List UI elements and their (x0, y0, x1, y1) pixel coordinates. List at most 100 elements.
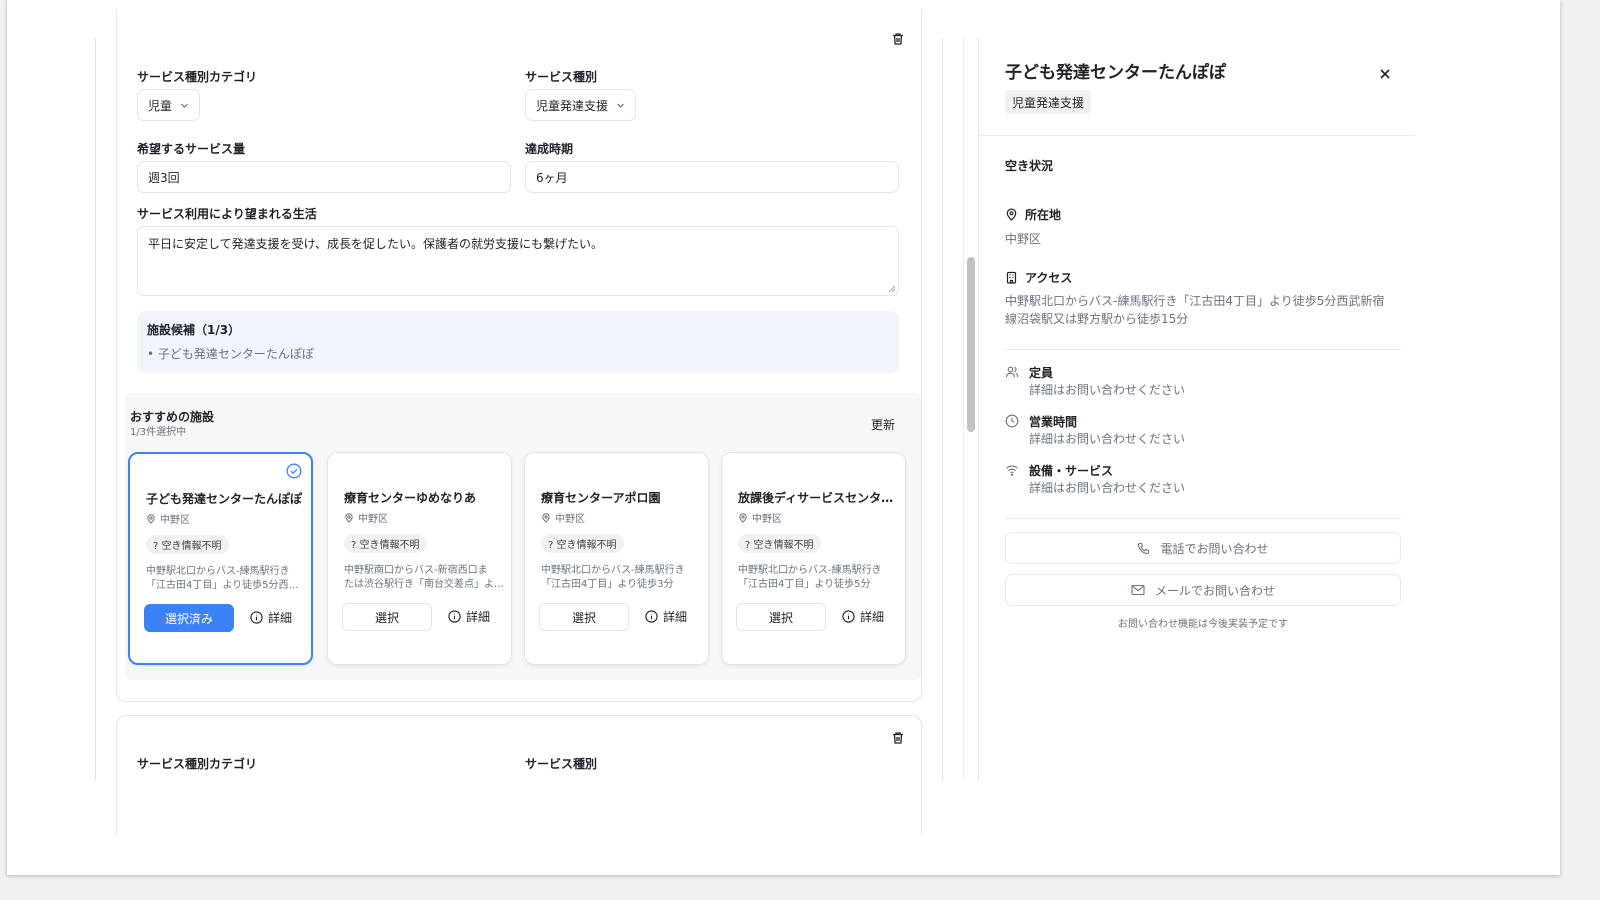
desired-life-textarea[interactable]: 平日に安定して発達支援を受け、成長を促したい。保護者の就労支援にも繋げたい。 (137, 226, 899, 296)
facility-card[interactable]: 放課後ディサービスセンターひまわり 中野区 ? 空き情報不明 中野駅北口からバス… (721, 452, 906, 665)
capacity-heading: 定員 (1029, 366, 1054, 380)
access-heading: アクセス (1005, 269, 1072, 286)
mail-inquiry-label: メールでお問い合わせ (1154, 583, 1275, 598)
facility-name: 放課後ディサービスセンターひまわり (738, 491, 896, 505)
scrollbar-thumb[interactable] (967, 257, 975, 432)
phone-inquiry-label: 電話でお問い合わせ (1160, 541, 1269, 556)
map-pin-icon (541, 512, 551, 523)
select-button[interactable]: 選択 (342, 603, 432, 631)
divider (95, 38, 96, 780)
facility-name: 子ども発達センターたんぽぽ (146, 492, 303, 506)
select-button[interactable]: 選択 (539, 603, 629, 631)
map-pin-icon (738, 512, 748, 523)
panel-title: 子ども発達センターたんぽぽ (1005, 63, 1226, 83)
trash-icon[interactable] (891, 32, 905, 46)
wifi-icon (1005, 463, 1019, 477)
service-type-label: サービス種別 (525, 757, 598, 771)
service-type-label: サービス種別 (525, 70, 598, 84)
facility-access: 中野駅北口からバス-練馬駅行き 「江古田4丁目」より徒歩5分 (738, 564, 898, 592)
availability-badge: ? 空き情報不明 (344, 534, 427, 553)
hours-value: 詳細はお問い合わせください (1029, 432, 1186, 446)
access-line: 「江古田4丁目」より徒歩5分 (738, 579, 871, 590)
hours-heading: 営業時間 (1029, 415, 1078, 429)
target-period-input[interactable]: 6ヶ月 (525, 161, 899, 193)
availability-heading: 空き状況 (1005, 159, 1054, 173)
users-icon (1005, 365, 1019, 379)
recommended-subtitle: 1/3件選択中 (130, 427, 187, 438)
service-category-label: サービス種別カテゴリ (137, 757, 258, 771)
capacity-value: 詳細はお問い合わせください (1029, 383, 1186, 397)
access-value: 中野駅北口からバス-練馬駅行き「江古田4丁目」より徒歩5分西武新宿 (1005, 294, 1385, 308)
map-pin-icon (344, 512, 354, 523)
availability-badge: ? 空き情報不明 (738, 534, 821, 553)
access-line: 「江古田4丁目」より徒歩3分 (541, 579, 674, 590)
facility-area: 中野区 (358, 514, 388, 525)
divider (1005, 349, 1401, 350)
phone-inquiry-button[interactable]: 電話でお問い合わせ (1005, 532, 1401, 564)
mail-icon (1131, 584, 1145, 596)
service-category-label: サービス種別カテゴリ (137, 70, 258, 84)
facility-area: 中野区 (752, 514, 782, 525)
facility-area: 中野区 (160, 515, 190, 526)
access-line: 「江古田4丁目」より徒歩5分西武新宿線沼袋駅又は野方駅から徒歩15分 (146, 580, 306, 591)
facility-name: 療育センターゆめなりあ (344, 491, 477, 505)
location-heading-label: 所在地 (1025, 208, 1062, 222)
close-icon[interactable] (1378, 67, 1392, 81)
location-heading: 所在地 (1005, 206, 1061, 223)
facility-card[interactable]: 子ども発達センターたんぽぽ 中野区 ? 空き情報不明 中野駅北口からバス-練馬駅… (128, 452, 313, 665)
facility-candidates-title: 施設候補（1/3） (147, 323, 241, 337)
access-line: 中野駅南口からバス-新宿西口ま (344, 565, 488, 576)
resize-handle-icon[interactable] (888, 285, 896, 293)
facility-access: 中野駅南口からバス-新宿西口ま たは渋谷駅行き「南台交差点」より徒歩3分 (344, 564, 504, 592)
divider (1005, 518, 1401, 519)
phone-icon (1137, 542, 1150, 555)
detail-button[interactable]: 詳細 (645, 608, 687, 625)
facility-card[interactable]: 療育センターゆめなりあ 中野区 ? 空き情報不明 中野駅南口からバス-新宿西口ま… (327, 452, 512, 665)
service-amount-input[interactable]: 週3回 (137, 161, 511, 193)
select-button[interactable]: 選択 (736, 603, 826, 631)
trash-icon[interactable] (891, 731, 905, 745)
availability-badge: ? 空き情報不明 (146, 535, 229, 554)
facility-access: 中野駅北口からバス-練馬駅行き 「江古田4丁目」より徒歩5分西武新宿線沼袋駅又は… (146, 565, 306, 593)
detail-button[interactable]: 詳細 (448, 608, 490, 625)
detail-button[interactable]: 詳細 (842, 608, 884, 625)
chevron-down-icon (180, 101, 189, 110)
facility-location: 中野区 (738, 510, 782, 525)
info-icon (645, 610, 658, 623)
access-line: 中野駅北口からバス-練馬駅行き (146, 566, 290, 577)
target-period-label: 達成時期 (525, 142, 574, 156)
access-line: たは渋谷駅行き「南台交差点」より徒歩3分 (344, 579, 504, 590)
facilities-heading: 設備・サービス (1029, 464, 1114, 478)
recommended-title: おすすめの施設 (130, 410, 215, 424)
detail-label: 詳細 (663, 610, 688, 624)
divider (942, 38, 943, 780)
info-icon (842, 610, 855, 623)
service-amount-label: 希望するサービス量 (137, 142, 246, 156)
detail-button[interactable]: 詳細 (250, 609, 292, 626)
facility-location: 中野区 (344, 510, 388, 525)
facility-access: 中野駅北口からバス-練馬駅行き 「江古田4丁目」より徒歩3分 (541, 564, 701, 592)
detail-label: 詳細 (860, 610, 885, 624)
selected-button[interactable]: 選択済み (144, 604, 234, 632)
desired-life-value: 平日に安定して発達支援を受け、成長を促したい。保護者の就労支援にも繋げたい。 (148, 237, 604, 251)
facility-candidates-box (137, 311, 899, 373)
access-value: 線沼袋駅又は野方駅から徒歩15分 (1005, 312, 1189, 326)
service-type-select[interactable]: 児童発達支援 (525, 89, 637, 121)
clock-icon (1005, 414, 1019, 428)
app-window: サービス種別カテゴリ 児童 サービス種別 児童発達支援 希望するサービス量 週3… (7, 0, 1560, 875)
candidate-item: • 子ども発達センターたんぽぽ (147, 347, 314, 361)
desired-life-label: サービス利用により望まれる生活 (137, 207, 317, 221)
refresh-button[interactable]: 更新 (871, 416, 895, 433)
facility-location: 中野区 (146, 511, 190, 526)
service-type-tag: 児童発達支援 (1005, 90, 1092, 114)
service-category-select[interactable]: 児童 (137, 89, 201, 121)
location-value: 中野区 (1005, 232, 1042, 246)
map-pin-icon (1005, 208, 1018, 221)
info-icon (250, 611, 263, 624)
facility-card[interactable]: 療育センターアポロ園 中野区 ? 空き情報不明 中野駅北口からバス-練馬駅行き … (524, 452, 709, 665)
facilities-value: 詳細はお問い合わせください (1029, 481, 1186, 495)
mail-inquiry-button[interactable]: メールでお問い合わせ (1005, 574, 1401, 606)
access-heading-label: アクセス (1025, 271, 1073, 285)
service-type-value: 児童発達支援 (536, 98, 609, 113)
service-plan-card (116, 715, 922, 835)
